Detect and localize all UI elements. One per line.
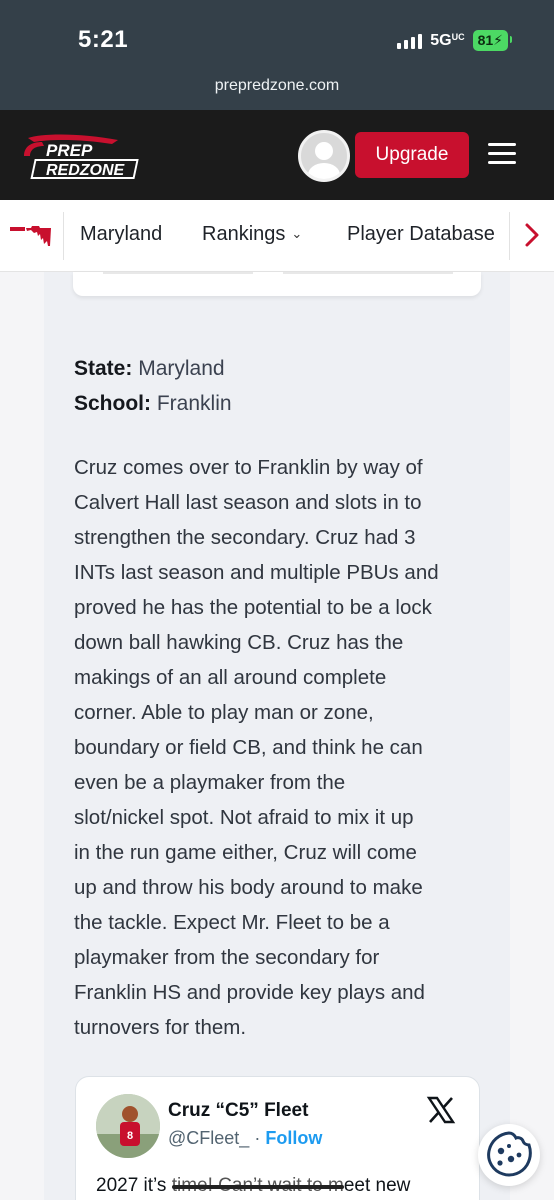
network-indicator: 5GUC	[430, 31, 465, 49]
prep-redzone-logo[interactable]: PREP REDZONE	[22, 134, 148, 180]
school-line: School: Franklin	[74, 392, 232, 416]
body-line: even be a playmaker from the	[74, 771, 346, 794]
body-line: Cruz comes over to Franklin by way of	[74, 456, 423, 479]
user-avatar[interactable]	[298, 130, 350, 182]
nav-item-player-database[interactable]: Player Database	[347, 223, 495, 246]
chevron-down-icon: ⌄	[291, 226, 303, 241]
site-header: PREP REDZONE	[0, 110, 554, 200]
maryland-state-icon[interactable]	[10, 224, 52, 248]
body-line: boundary or field CB, and think he can	[74, 736, 423, 759]
body-line: proved he has the potential to be a lock	[74, 596, 432, 619]
scribbled-text: time! Can’t wait to m	[171, 1175, 344, 1196]
tweet-handle[interactable]: @CFleet_	[168, 1128, 249, 1148]
status-indicators: 5GUC 81⚡	[397, 30, 513, 51]
body-line: Calvert Hall last season and slots in to	[74, 491, 422, 514]
nav-item-rankings[interactable]: Rankings ⌄	[202, 223, 302, 246]
tweet-avatar[interactable]: 8	[96, 1094, 160, 1158]
logo-text-redzone: REDZONE	[46, 162, 126, 179]
upgrade-button[interactable]: Upgrade	[355, 132, 469, 178]
school-label: School:	[74, 392, 151, 415]
body-line: in the run game either, Cruz will come	[74, 841, 417, 864]
cookie-icon[interactable]	[478, 1124, 540, 1186]
menu-icon[interactable]	[488, 143, 516, 167]
state-label: State:	[74, 357, 133, 380]
nav-divider	[509, 212, 510, 260]
body-line: up and throw his body around to make	[74, 876, 423, 899]
body-line: down ball hawking CB. Cruz has the	[74, 631, 404, 654]
browser-url[interactable]: prepredzone.com	[0, 77, 554, 95]
x-logo-icon[interactable]	[426, 1095, 456, 1125]
body-line: the tackle. Expect Mr. Fleet to be a	[74, 911, 390, 934]
status-time: 5:21	[78, 26, 129, 53]
article-body: Cruz comes over to Franklin by way of Ca…	[74, 450, 484, 1045]
tweet-handle-line: @CFleet_ · Follow	[168, 1128, 322, 1149]
body-line: makings of an all around complete	[74, 666, 387, 689]
tweet-text: 2027 it’s time! Can’t wait to meet new	[96, 1175, 411, 1196]
body-line: slot/nickel spot. Not afraid to mix it u…	[74, 806, 414, 829]
tweet-author-name[interactable]: Cruz “C5” Fleet	[168, 1100, 308, 1122]
previous-section-box	[73, 272, 481, 296]
body-line: INTs last season and multiple PBUs and	[74, 561, 439, 584]
body-line: playmaker from the secondary for	[74, 946, 380, 969]
battery-icon: 81⚡	[472, 30, 513, 51]
status-bar: 5:21 5GUC 81⚡ prepredzone.com	[0, 0, 554, 110]
svg-text:8: 8	[127, 1130, 133, 1142]
state-nav: Maryland Rankings ⌄ Player Database	[0, 200, 554, 272]
follow-button[interactable]: Follow	[265, 1128, 322, 1148]
body-line: turnovers for them.	[74, 1016, 247, 1039]
embedded-tweet[interactable]: 8 Cruz “C5” Fleet @CFleet_ · Follow 2027…	[75, 1076, 480, 1200]
state-line: State: Maryland	[74, 357, 225, 381]
body-line: Franklin HS and provide key plays and	[74, 981, 425, 1004]
signal-icon	[397, 33, 423, 49]
body-line: strengthen the secondary. Cruz had 3	[74, 526, 416, 549]
school-value: Franklin	[156, 392, 232, 415]
chevron-right-icon[interactable]	[521, 220, 543, 250]
logo-text-prep: PREP	[46, 141, 93, 160]
nav-item-maryland[interactable]: Maryland	[80, 223, 162, 246]
nav-divider	[63, 212, 64, 260]
tweet-separator: ·	[254, 1128, 261, 1148]
state-value: Maryland	[138, 357, 225, 380]
nav-item-rankings-label: Rankings	[202, 223, 286, 245]
body-line: corner. Able to play man or zone,	[74, 701, 374, 724]
